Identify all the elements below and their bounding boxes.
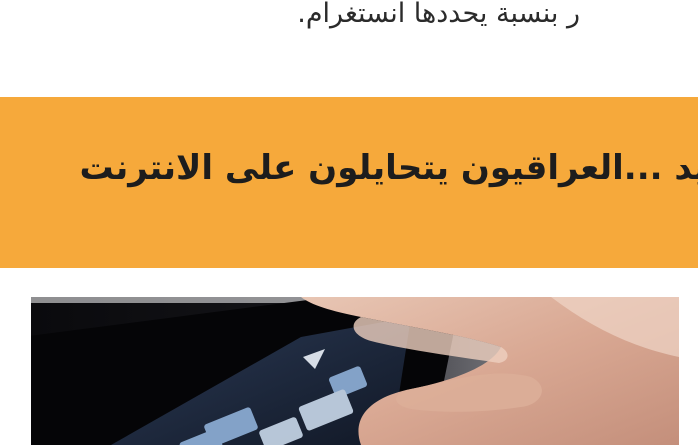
article-headline-text: ع جديد ...العراقيون يتحايلون على الانترن…: [79, 148, 698, 188]
headline-banner: ع جديد ...العراقيون يتحايلون على الانترن…: [0, 97, 698, 268]
article-intro-fragment: ر بنسبة يحددها انستغرام.: [297, 0, 580, 29]
phone-typing-image: [31, 297, 679, 445]
article-photo: [31, 297, 679, 445]
article-headline: ع جديد ...العراقيون يتحايلون على الانترن…: [0, 143, 698, 193]
